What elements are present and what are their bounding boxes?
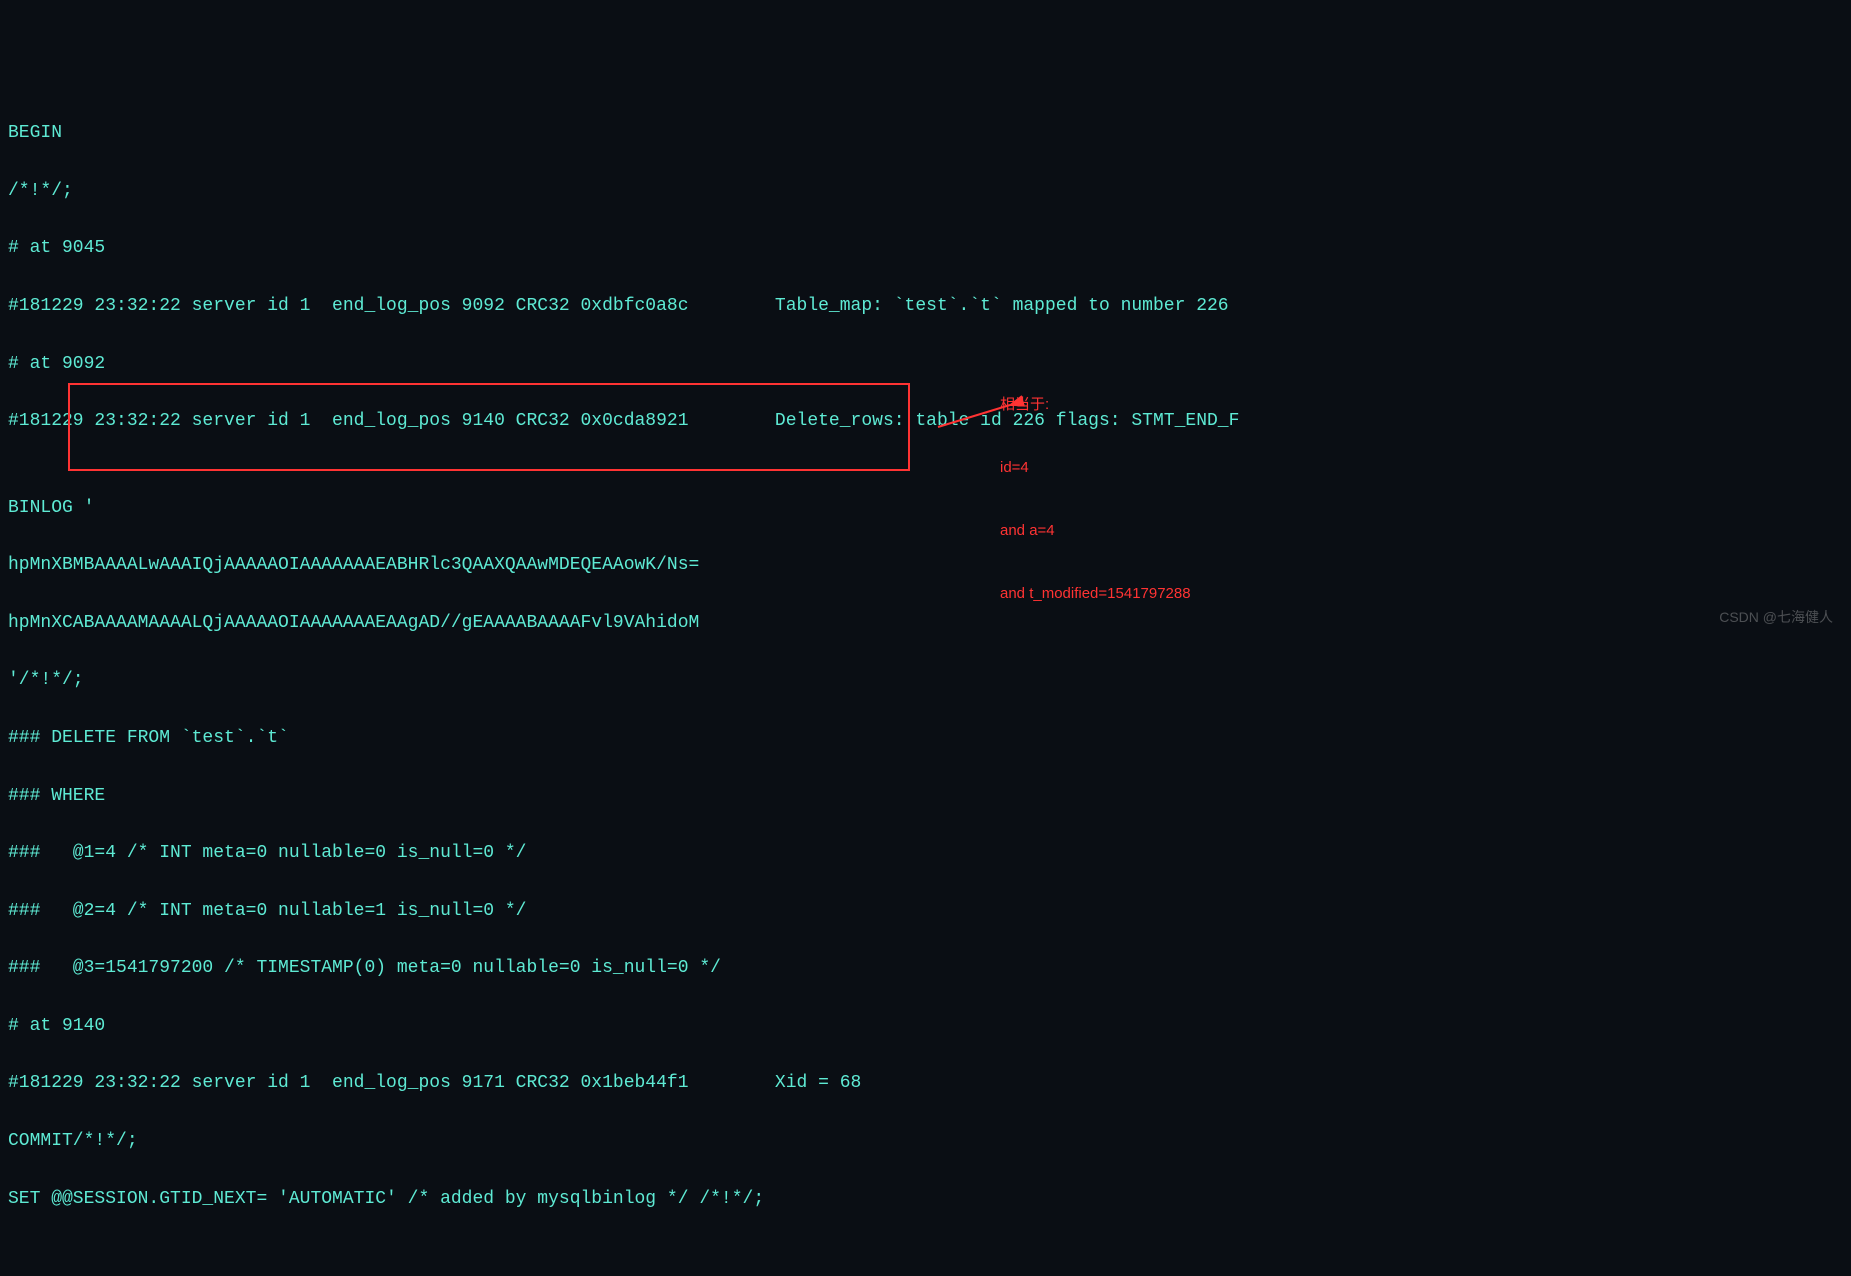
watermark: CSDN @七海健人 (1719, 606, 1833, 628)
terminal-line: SET @@SESSION.GTID_NEXT= 'AUTOMATIC' /* … (8, 1185, 1843, 1214)
terminal-line: COMMIT/*!*/; (8, 1127, 1843, 1156)
annotation-line: and t_modified=1541797288 (1000, 583, 1191, 604)
terminal-line: /*!*/; (8, 177, 1843, 206)
terminal-line: #181229 23:32:22 server id 1 end_log_pos… (8, 1069, 1843, 1098)
terminal-line: BEGIN (8, 119, 1843, 148)
terminal-line: '/*!*/; (8, 666, 1843, 695)
terminal-line: ### DELETE FROM `test`.`t` (8, 724, 1843, 753)
terminal-line: ### @1=4 /* INT meta=0 nullable=0 is_nul… (8, 839, 1843, 868)
annotation-line: and a=4 (1000, 520, 1191, 541)
terminal-line: ### WHERE (8, 782, 1843, 811)
annotation-text: 相当于: id=4 and a=4 and t_modified=1541797… (1000, 352, 1191, 625)
terminal-line: # at 9092 (8, 350, 1843, 379)
terminal-line: ### @3=1541797200 /* TIMESTAMP(0) meta=0… (8, 954, 1843, 983)
terminal-line: BINLOG ' (8, 494, 1843, 523)
terminal-line: hpMnXBMBAAAALwAAAIQjAAAAAOIAAAAAAAEABHRl… (8, 551, 1843, 580)
annotation-line: 相当于: (1000, 394, 1191, 415)
terminal-line: ### @2=4 /* INT meta=0 nullable=1 is_nul… (8, 897, 1843, 926)
terminal-line: hpMnXCABAAAAMAAAALQjAAAAAOIAAAAAAAEAAgAD… (8, 609, 1843, 638)
terminal-line: # at 9045 (8, 234, 1843, 263)
terminal-line: # at 9140 (8, 1012, 1843, 1041)
terminal-line: #181229 23:32:22 server id 1 end_log_pos… (8, 407, 1843, 436)
terminal-line: #181229 23:32:22 server id 1 end_log_pos… (8, 292, 1843, 321)
annotation-line: id=4 (1000, 457, 1191, 478)
